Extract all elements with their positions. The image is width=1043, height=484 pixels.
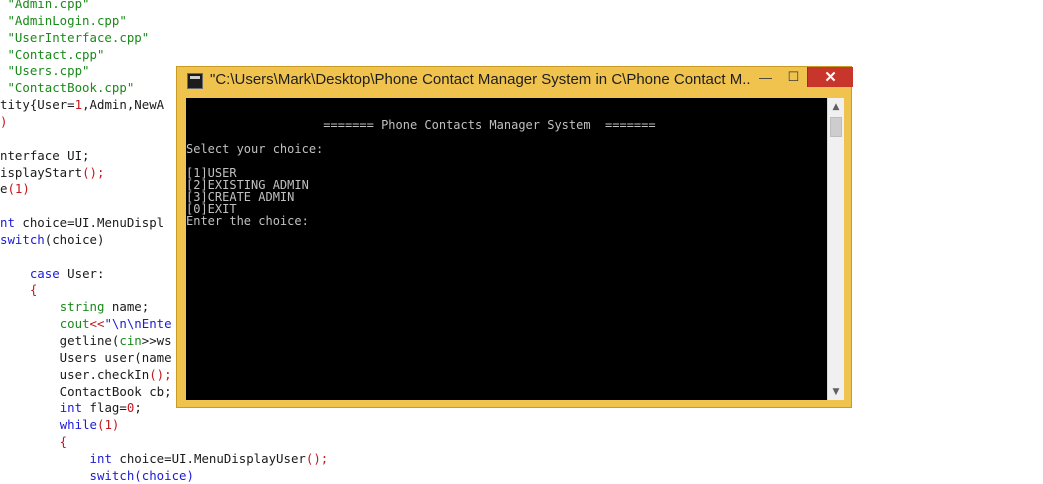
console-output-area[interactable]: ======= Phone Contacts Manager System ==… (186, 98, 844, 400)
code-line: user.checkIn(); (0, 366, 172, 383)
code-token: { (0, 434, 68, 450)
code-line: tity{User=1,Admin,NewA (0, 96, 164, 113)
scroll-up-arrow-icon[interactable]: ▲ (828, 98, 844, 115)
code-line: int flag=0; (0, 399, 142, 416)
code-token: case (29, 265, 60, 281)
code-token: cin (119, 333, 142, 348)
code-token: (); (149, 366, 172, 382)
code-line: "Admin.cpp" (0, 0, 90, 12)
code-token: 1 (74, 97, 83, 113)
console-line: Select your choice: (186, 142, 324, 156)
console-line: ======= Phone Contacts Manager System ==… (186, 118, 656, 132)
code-token: flag= (82, 400, 127, 416)
code-line: switch(choice) (0, 231, 104, 248)
code-line: "UserInterface.cpp" (0, 29, 149, 46)
window-title: "C:\Users\Mark\Desktop\Phone Contact Man… (210, 71, 750, 88)
code-line: switch(choice) (0, 467, 194, 484)
code-line: Users user(name (0, 349, 172, 366)
console-app-icon (187, 73, 203, 89)
code-token: choice=UI.MenuDispl (14, 215, 165, 231)
code-token: switch(choice) (0, 467, 194, 483)
console-text: ======= Phone Contacts Manager System ==… (186, 107, 826, 227)
code-line: nterface UI; (0, 147, 90, 164)
code-line: "AdminLogin.cpp" (0, 12, 127, 29)
code-line: string name; (0, 298, 150, 315)
scrollbar-thumb[interactable] (830, 117, 842, 137)
code-token: ) (0, 113, 8, 129)
code-token: "\n\nEnte (104, 316, 172, 332)
code-token: int (59, 400, 83, 416)
maximize-button[interactable]: ☐ (780, 67, 807, 87)
code-token: Users user(name (0, 349, 172, 365)
console-line: Enter the choice: (186, 214, 309, 228)
code-token: ; (134, 400, 142, 416)
code-line: "Contact.cpp" (0, 46, 104, 63)
scroll-down-arrow-icon[interactable]: ▼ (828, 383, 844, 400)
code-token: "AdminLogin.cpp" (0, 12, 127, 28)
code-token: "Admin.cpp" (0, 0, 90, 11)
code-token: name; (104, 299, 150, 315)
code-line: nt choice=UI.MenuDispl (0, 214, 164, 231)
code-line: cout<<"\n\nEnte (0, 315, 172, 332)
vertical-scrollbar[interactable]: ▲ ▼ (827, 98, 844, 400)
code-line: "Users.cpp" (0, 62, 90, 79)
code-line: e(1) (0, 180, 30, 197)
code-line: { (0, 281, 37, 298)
code-line: ) (0, 113, 7, 130)
code-token: (1) (7, 181, 30, 197)
code-token: >>ws (141, 333, 172, 348)
close-button[interactable]: ✕ (807, 67, 853, 87)
code-token: string (59, 299, 105, 315)
code-line: case User: (0, 265, 105, 282)
code-token: "Users.cpp" (0, 63, 90, 79)
code-token: nterface UI; (0, 147, 90, 163)
code-token: switch (0, 231, 45, 247)
code-token: << (89, 316, 105, 332)
code-token: nt (0, 215, 15, 231)
code-token: User: (59, 265, 105, 281)
code-token: cout (59, 316, 90, 332)
window-titlebar[interactable]: "C:\Users\Mark\Desktop\Phone Contact Man… (177, 67, 853, 98)
code-line: while(1) (0, 416, 120, 433)
code-token: while (59, 417, 97, 433)
code-token: ContactBook cb; (0, 383, 172, 399)
code-line: getline(cin>>ws (0, 332, 172, 349)
code-token: "UserInterface.cpp" (0, 29, 150, 45)
code-token: (); (305, 450, 329, 466)
code-token: (1) (97, 417, 120, 433)
code-line: isplayStart(); (0, 164, 104, 181)
code-token: choice=UI.MenuDisplayUser (111, 450, 306, 466)
code-token: int (89, 450, 112, 466)
code-token: (); (82, 164, 105, 180)
code-token: "ContactBook.cpp" (0, 80, 135, 96)
code-token: user.checkIn (0, 366, 150, 382)
code-token: isplayStart (0, 164, 83, 180)
console-line: [3]CREATE ADMIN (186, 190, 295, 204)
code-token: ,Admin,NewA (82, 97, 165, 113)
code-line: int choice=UI.MenuDisplayUser(); (0, 450, 329, 467)
code-line: "ContactBook.cpp" (0, 79, 134, 96)
minimize-button[interactable]: — (751, 67, 780, 87)
code-line: ContactBook cb; (0, 383, 172, 400)
code-line: { (0, 433, 67, 450)
code-token: "Contact.cpp" (0, 46, 105, 62)
code-token: tity{User= (0, 97, 75, 113)
code-token: (choice) (44, 231, 105, 247)
code-token: getline( (0, 333, 120, 348)
console-window[interactable]: "C:\Users\Mark\Desktop\Phone Contact Man… (176, 66, 853, 408)
code-token: { (0, 282, 38, 298)
